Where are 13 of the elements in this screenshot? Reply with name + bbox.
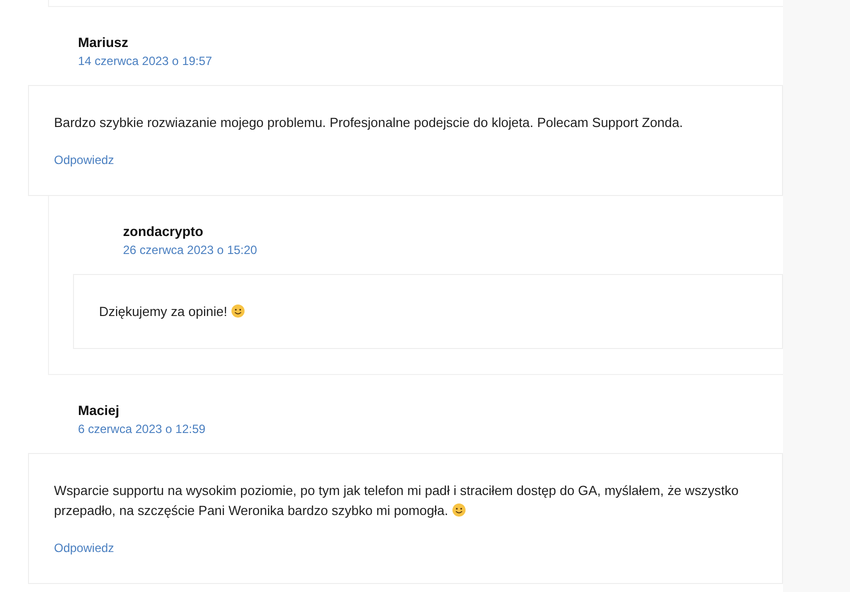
comment-author: Mariusz bbox=[78, 34, 130, 52]
comment-date[interactable]: 26 czerwca 2023 o 15:20 bbox=[123, 241, 783, 259]
reply-link[interactable]: Odpowiedz bbox=[54, 153, 114, 167]
comment-text: Dziękujemy za opinie! bbox=[99, 302, 757, 322]
comment-text: Wsparcie supportu na wysokim poziomie, po tym jak telefon mi padł i straciłem dostęp do GA, myślałem, że wszystko przepadło, na szczęście Pani Weronika bardzo szybko mi pomogła. bbox=[54, 482, 740, 520]
smiley-icon bbox=[230, 304, 245, 318]
comment-author: Maciej bbox=[78, 402, 120, 420]
comment-author: zondacrypto bbox=[123, 223, 204, 241]
comment-date[interactable]: 6 czerwca 2023 o 12:59 bbox=[78, 420, 783, 438]
smiley-icon bbox=[452, 503, 466, 517]
reply-link[interactable]: Odpowiedz bbox=[54, 541, 114, 555]
comment-date[interactable]: 14 czerwca 2023 o 19:57 bbox=[78, 52, 783, 70]
comment-text: Bardzo szybkie rozwiazanie mojego problemu. Profesjonalne podejscie do klojeta. Polecam Support Zonda. bbox=[54, 114, 684, 132]
